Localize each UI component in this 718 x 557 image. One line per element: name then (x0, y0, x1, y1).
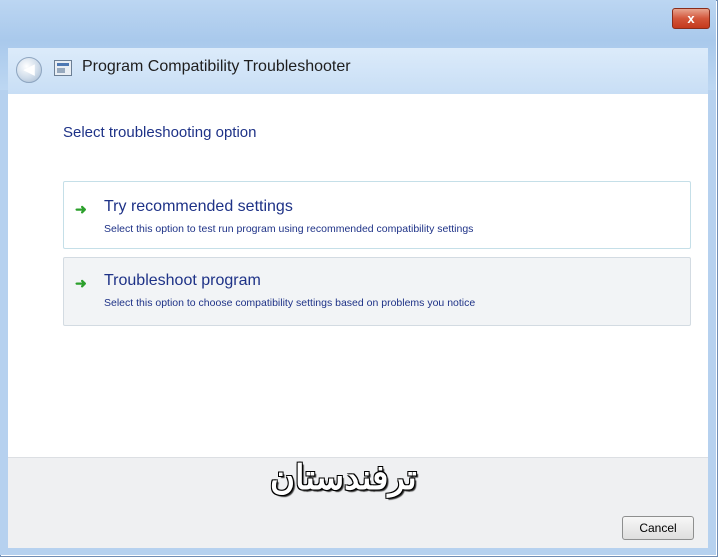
window-frame-left (0, 90, 8, 555)
page-heading: Select troubleshooting option (63, 124, 257, 141)
cancel-button[interactable]: Cancel (622, 516, 694, 540)
option-description: Select this option to choose compatibili… (104, 297, 476, 309)
option-title: Troubleshoot program (104, 272, 261, 289)
window-title: Program Compatibility Troubleshooter (82, 58, 351, 75)
back-button[interactable]: ◀ (16, 57, 42, 83)
watermark: ترفندستان (270, 459, 417, 497)
troubleshooter-app-icon (54, 60, 72, 76)
option-description: Select this option to test run program u… (104, 223, 474, 235)
close-button[interactable]: x (672, 8, 710, 29)
green-arrow-icon: ➜ (75, 201, 87, 217)
option-troubleshoot-program[interactable]: ➜ Troubleshoot program Select this optio… (63, 257, 691, 326)
close-icon: x (687, 11, 695, 26)
option-try-recommended-settings[interactable]: ➜ Try recommended settings Select this o… (63, 181, 691, 249)
option-title: Try recommended settings (104, 198, 293, 215)
back-arrow-icon: ◀ (23, 61, 35, 78)
window-frame-bottom (0, 547, 716, 555)
green-arrow-icon: ➜ (75, 275, 87, 291)
window-frame-right (708, 90, 716, 555)
